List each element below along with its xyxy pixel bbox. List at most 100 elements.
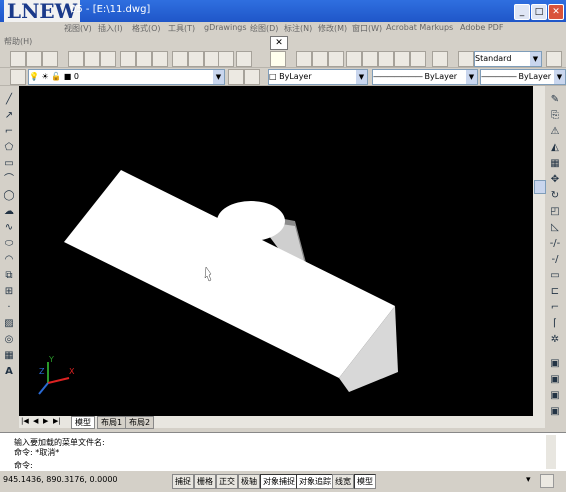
color-select[interactable]: □ ByLayer ▼ <box>268 69 368 85</box>
make-current-layer-icon[interactable] <box>228 69 244 85</box>
layer-previous-icon[interactable] <box>244 69 260 85</box>
drawing-canvas[interactable]: Y X Z <box>19 86 533 416</box>
text-style-icon[interactable] <box>458 51 474 67</box>
fillet-icon[interactable]: ⌈ <box>549 318 561 330</box>
pan-icon[interactable] <box>270 51 286 67</box>
region-icon[interactable]: ◎ <box>3 334 15 346</box>
trim-icon[interactable]: -/- <box>549 238 561 250</box>
menu-format[interactable]: 格式(O) <box>132 23 161 34</box>
publish-icon[interactable] <box>152 51 168 67</box>
draw-order-icon[interactable]: ▣ <box>549 406 561 418</box>
help-icon[interactable] <box>432 51 448 67</box>
menu-dimension[interactable]: 标注(N) <box>284 23 312 34</box>
scroll-thumb[interactable] <box>534 180 546 194</box>
tray-settings-icon[interactable] <box>540 474 554 488</box>
make-block-icon[interactable]: ⊞ <box>3 286 15 298</box>
ortho-toggle[interactable]: 正交 <box>216 474 238 489</box>
preview-icon[interactable] <box>136 51 152 67</box>
maximize-button[interactable]: □ <box>531 4 547 20</box>
new-file-icon[interactable] <box>68 51 84 67</box>
rotate-icon[interactable]: ↻ <box>549 190 561 202</box>
array-icon[interactable]: ▦ <box>549 158 561 170</box>
cut-icon[interactable] <box>172 51 188 67</box>
text-style-select[interactable]: Standard ▼ <box>474 51 542 67</box>
polyline-icon[interactable]: ⌐ <box>3 126 15 138</box>
tab-layout1[interactable]: 布局1 <box>97 416 127 429</box>
circle-icon[interactable]: ◯ <box>3 190 15 202</box>
spline-icon[interactable]: ∿ <box>3 222 15 234</box>
tab-layout2[interactable]: 布局2 <box>125 416 155 429</box>
design-center-icon[interactable] <box>362 51 378 67</box>
properties-icon[interactable] <box>346 51 362 67</box>
snap-toggle[interactable]: 捕捉 <box>172 474 194 489</box>
copy-icon[interactable] <box>188 51 204 67</box>
hatch-icon[interactable]: ▨ <box>3 318 15 330</box>
ellipse-icon[interactable]: ⬭ <box>3 238 15 250</box>
menu-modify[interactable]: 修改(M) <box>318 23 347 34</box>
point-icon[interactable]: · <box>3 302 15 314</box>
draw-order-icon[interactable]: ▣ <box>549 358 561 370</box>
draw-order-icon[interactable]: ▣ <box>549 390 561 402</box>
tab-model[interactable]: 模型 <box>71 416 95 429</box>
menu-gdrawings[interactable]: gDrawings <box>204 23 247 32</box>
command-prompt[interactable]: 命令: <box>14 460 33 471</box>
mirror-icon[interactable]: ⚠ <box>549 126 561 138</box>
pdf-icon[interactable] <box>10 51 26 67</box>
stretch-icon[interactable]: ◺ <box>549 222 561 234</box>
join-icon[interactable]: ⊏ <box>549 286 561 298</box>
comm-center-icon[interactable]: ▾ <box>526 475 531 485</box>
undo-icon[interactable] <box>236 51 252 67</box>
otrack-toggle[interactable]: 对象追踪 <box>296 474 334 489</box>
draw-order-icon[interactable]: ▣ <box>549 374 561 386</box>
tab-last-icon[interactable]: ▶| <box>53 417 61 425</box>
ellipse-arc-icon[interactable]: ◠ <box>3 254 15 266</box>
close-button[interactable]: ✕ <box>548 4 564 20</box>
sheet-set-icon[interactable] <box>394 51 410 67</box>
tab-prev-icon[interactable]: ◀ <box>33 417 38 425</box>
menu-insert[interactable]: 插入(I) <box>98 23 123 34</box>
copy-object-icon[interactable]: ⎘ <box>549 110 561 122</box>
scale-icon[interactable]: ◰ <box>549 206 561 218</box>
menu-acrobat-markups[interactable]: Acrobat Markups <box>386 23 453 32</box>
construction-line-icon[interactable]: ↗ <box>3 110 15 122</box>
extend-icon[interactable]: -/ <box>549 254 561 266</box>
tab-next-icon[interactable]: ▶ <box>43 417 48 425</box>
osnap-toggle[interactable]: 对象捕捉 <box>260 474 298 489</box>
explode-icon[interactable]: ✲ <box>549 334 561 346</box>
vertical-scrollbar[interactable] <box>533 86 546 416</box>
polar-toggle[interactable]: 极轴 <box>238 474 260 489</box>
zoom-icon[interactable] <box>296 51 312 67</box>
menu-adobe-pdf[interactable]: Adobe PDF <box>460 23 503 32</box>
pdf-icon[interactable] <box>42 51 58 67</box>
insert-block-icon[interactable]: ⧉ <box>3 270 15 282</box>
zoom-window-icon[interactable] <box>312 51 328 67</box>
offset-icon[interactable]: ◭ <box>549 142 561 154</box>
grid-toggle[interactable]: 栅格 <box>194 474 216 489</box>
minimize-button[interactable]: _ <box>514 4 530 20</box>
arc-icon[interactable]: ⌒ <box>3 174 15 186</box>
polygon-icon[interactable]: ⬠ <box>3 142 15 154</box>
layer-select[interactable]: 💡 ☀ 🔓 ■ 0 ▼ <box>28 69 225 85</box>
linetype-select[interactable]: ——————— ByLayer ▼ <box>372 69 478 85</box>
pdf-icon[interactable] <box>26 51 42 67</box>
menu-window[interactable]: 窗口(W) <box>352 23 382 34</box>
line-icon[interactable]: ╱ <box>3 94 15 106</box>
erase-icon[interactable]: ✎ <box>549 94 561 106</box>
lineweight-select[interactable]: ————— ByLayer ▼ <box>480 69 566 85</box>
move-icon[interactable]: ✥ <box>549 174 561 186</box>
print-icon[interactable] <box>120 51 136 67</box>
command-scrollbar[interactable] <box>546 435 556 469</box>
menu-view[interactable]: 视图(V) <box>64 23 92 34</box>
close-icon[interactable]: ✕ <box>270 36 288 50</box>
layer-manager-icon[interactable] <box>10 69 26 85</box>
text-icon[interactable]: A <box>3 366 15 378</box>
tool-palettes-icon[interactable] <box>378 51 394 67</box>
menu-help[interactable]: 帮助(H) <box>4 36 32 47</box>
open-file-icon[interactable] <box>84 51 100 67</box>
lineweight-toggle[interactable]: 线宽 <box>332 474 354 489</box>
markup-icon[interactable] <box>410 51 426 67</box>
zoom-previous-icon[interactable] <box>328 51 344 67</box>
save-icon[interactable] <box>100 51 116 67</box>
table-icon[interactable]: ▦ <box>3 350 15 362</box>
model-toggle[interactable]: 模型 <box>354 474 376 489</box>
